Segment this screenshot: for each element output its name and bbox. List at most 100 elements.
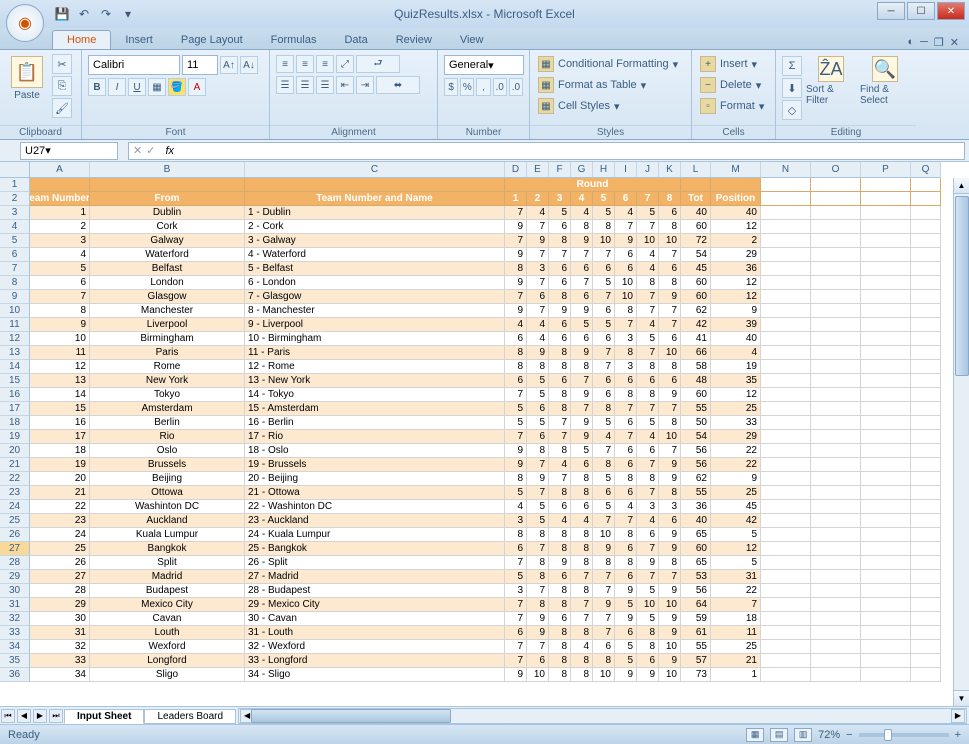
cell[interactable]: 60	[681, 290, 711, 304]
cell[interactable]: 9	[659, 626, 681, 640]
cell[interactable]: 6	[593, 332, 615, 346]
row-header[interactable]: 29	[0, 570, 30, 584]
enter-formula-icon[interactable]: ✓	[146, 144, 155, 157]
cell[interactable]: 8	[659, 192, 681, 206]
cell[interactable]	[861, 556, 911, 570]
cell[interactable]: 54	[681, 430, 711, 444]
cell[interactable]: 9	[527, 234, 549, 248]
cell[interactable]: 6	[549, 570, 571, 584]
cell[interactable]: 8	[505, 346, 527, 360]
cell[interactable]: 10	[659, 346, 681, 360]
cell[interactable]: 9	[659, 528, 681, 542]
cell[interactable]: 1	[711, 668, 761, 682]
cell[interactable]	[761, 206, 811, 220]
cell[interactable]	[911, 472, 941, 486]
cell[interactable]: 4	[637, 318, 659, 332]
cell[interactable]: 6	[615, 374, 637, 388]
zoom-in-icon[interactable]: +	[955, 729, 961, 741]
cell[interactable]: Auckland	[90, 514, 245, 528]
cell[interactable]: 9	[571, 346, 593, 360]
cell[interactable]: 8	[549, 584, 571, 598]
cell[interactable]	[911, 598, 941, 612]
cell[interactable]: 59	[681, 612, 711, 626]
row-header[interactable]: 21	[0, 458, 30, 472]
cell[interactable]: 10	[593, 234, 615, 248]
cell[interactable]: 18 - Oslo	[245, 444, 505, 458]
row-header[interactable]: 34	[0, 640, 30, 654]
cell[interactable]: 22 - Washinton DC	[245, 500, 505, 514]
cell[interactable]	[911, 388, 941, 402]
format-as-table-button[interactable]: ▦Format as Table ▾	[536, 75, 685, 95]
col-header-K[interactable]: K	[659, 162, 681, 178]
cell[interactable]: Tokyo	[90, 388, 245, 402]
cell[interactable]: 9	[571, 430, 593, 444]
cell[interactable]: Waterford	[90, 248, 245, 262]
cell[interactable]: 7	[659, 248, 681, 262]
cell[interactable]: 6	[549, 332, 571, 346]
cell[interactable]: 10	[593, 528, 615, 542]
cell[interactable]: 7	[505, 640, 527, 654]
cell[interactable]: 60	[681, 388, 711, 402]
cell[interactable]: 56	[681, 584, 711, 598]
cell[interactable]: 4	[637, 514, 659, 528]
increase-decimal-icon[interactable]: .0	[493, 78, 507, 96]
cell[interactable]: 9	[505, 220, 527, 234]
cell[interactable]: 8	[659, 416, 681, 430]
cell[interactable]: 9	[549, 304, 571, 318]
tab-insert[interactable]: Insert	[111, 31, 167, 49]
cell-grid[interactable]: Roundeam NumberFromTeam Number and Name1…	[30, 178, 941, 682]
cell[interactable]: 7	[527, 276, 549, 290]
cell[interactable]: 7	[527, 584, 549, 598]
row-header[interactable]: 33	[0, 626, 30, 640]
cell[interactable]: 28	[30, 584, 90, 598]
cell[interactable]: 7	[593, 612, 615, 626]
cell[interactable]: 4	[571, 192, 593, 206]
row-header[interactable]: 6	[0, 248, 30, 262]
cell[interactable]: 62	[681, 304, 711, 318]
cell[interactable]: 7	[505, 206, 527, 220]
cell[interactable]: 2	[711, 234, 761, 248]
col-header-P[interactable]: P	[861, 162, 911, 178]
cell[interactable]	[811, 220, 861, 234]
cell[interactable]: 4	[505, 500, 527, 514]
cell[interactable]	[861, 486, 911, 500]
cell[interactable]: 2	[527, 192, 549, 206]
cell[interactable]: 12	[711, 542, 761, 556]
workbook-close-icon[interactable]: ✕	[950, 36, 959, 49]
cell[interactable]: Position	[711, 192, 761, 206]
cell[interactable]: 6	[549, 318, 571, 332]
cell[interactable]: Brussels	[90, 458, 245, 472]
cell[interactable]: Cavan	[90, 612, 245, 626]
row-header[interactable]: 25	[0, 514, 30, 528]
cell[interactable]: 32 - Wexford	[245, 640, 505, 654]
cell[interactable]: Glasgow	[90, 290, 245, 304]
cell[interactable]: 36	[711, 262, 761, 276]
cell[interactable]: 5	[637, 612, 659, 626]
cell[interactable]: 8	[527, 556, 549, 570]
cell[interactable]: 25	[711, 640, 761, 654]
cell[interactable]: 30 - Cavan	[245, 612, 505, 626]
cell[interactable]: 3	[659, 500, 681, 514]
cell[interactable]: 9	[659, 612, 681, 626]
cell[interactable]: 2 - Cork	[245, 220, 505, 234]
row-header[interactable]: 24	[0, 500, 30, 514]
cell[interactable]: 9	[549, 556, 571, 570]
cell[interactable]: 10	[659, 430, 681, 444]
cell[interactable]: 8	[549, 542, 571, 556]
page-break-view-icon[interactable]: ▥	[794, 728, 812, 742]
cell[interactable]: 20 - Beijing	[245, 472, 505, 486]
cell[interactable]: 20	[30, 472, 90, 486]
cell[interactable]	[861, 290, 911, 304]
cell[interactable]	[861, 374, 911, 388]
horizontal-scrollbar[interactable]: ◀ ▶	[238, 708, 967, 724]
cell[interactable]	[811, 612, 861, 626]
cell[interactable]: 7	[637, 192, 659, 206]
cell[interactable]: 7	[30, 290, 90, 304]
cell[interactable]: 33	[711, 416, 761, 430]
cell[interactable]: 8	[549, 360, 571, 374]
row-header[interactable]: 1	[0, 178, 30, 192]
cell[interactable]: 65	[681, 556, 711, 570]
cell[interactable]: 8	[659, 486, 681, 500]
cell[interactable]: 6	[659, 262, 681, 276]
cell[interactable]: 40	[711, 206, 761, 220]
